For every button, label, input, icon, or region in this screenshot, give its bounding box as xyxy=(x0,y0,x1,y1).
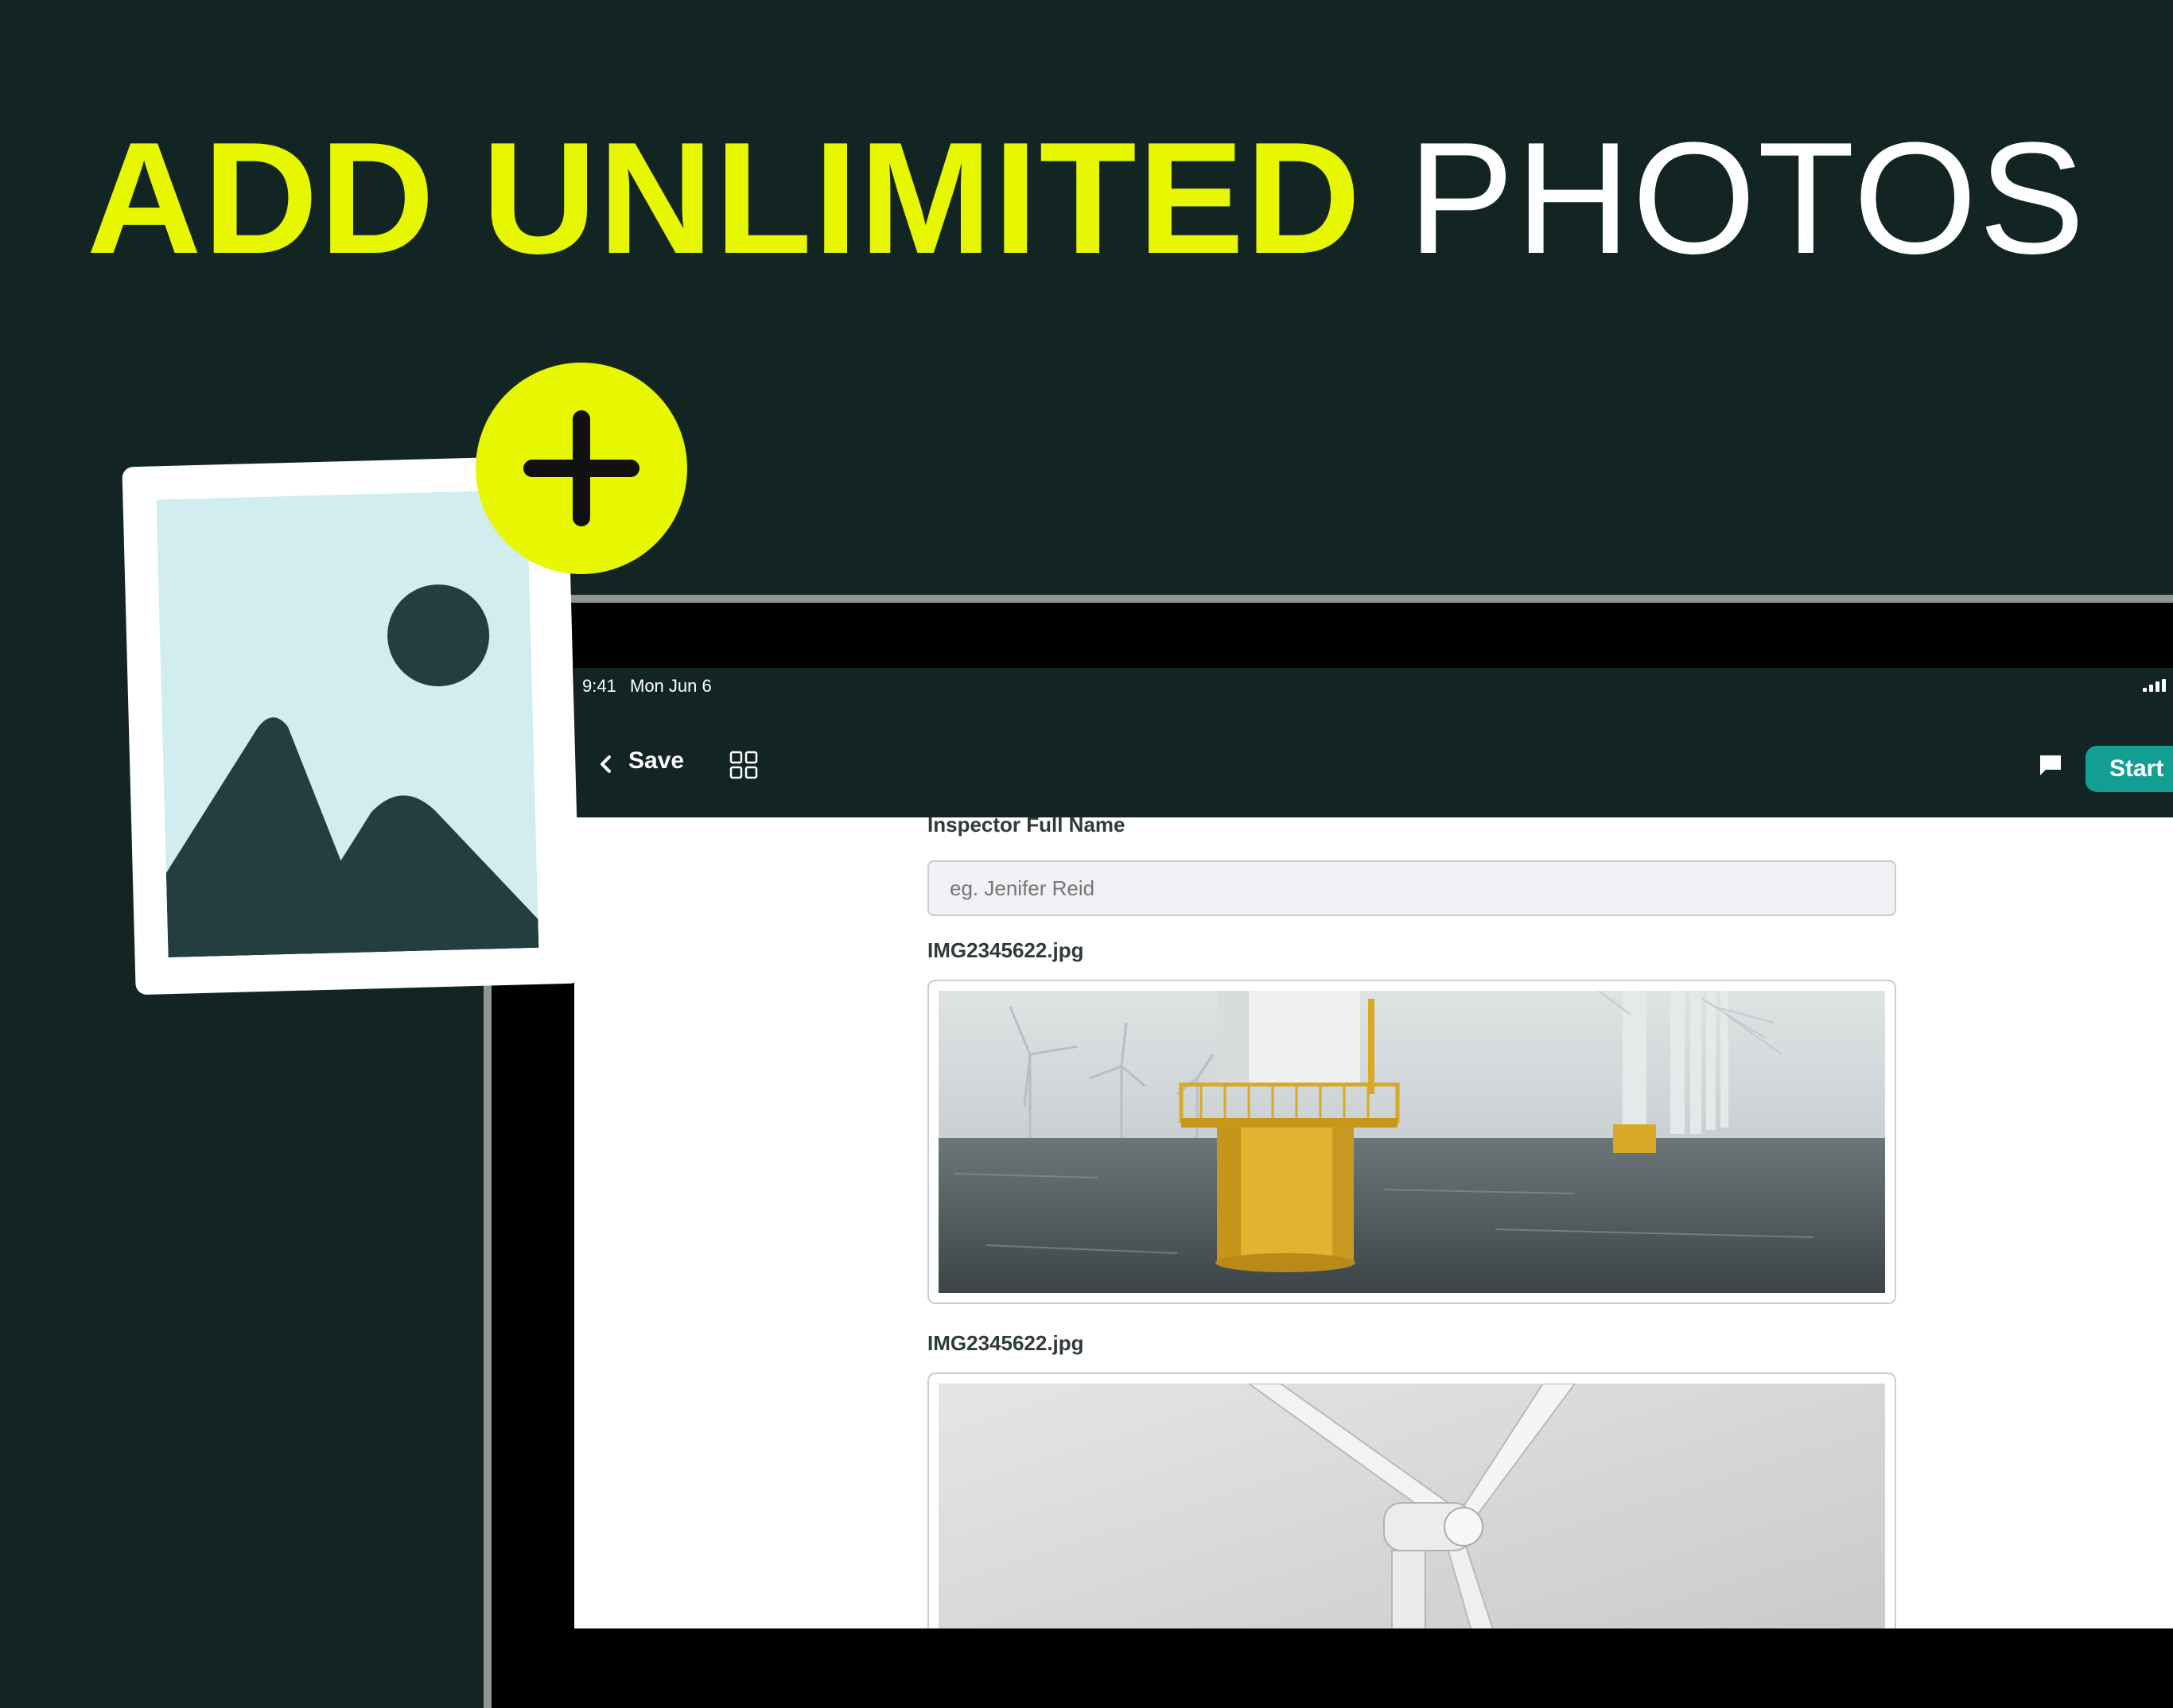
status-time: 9:41 xyxy=(582,676,616,696)
app-screen: 9:41 Mon Jun 6 Save Start Inspector Full… xyxy=(574,668,2173,1628)
photo-card[interactable] xyxy=(927,1372,1896,1628)
comment-icon[interactable] xyxy=(2038,752,2063,778)
nav-bar: Save Start xyxy=(574,716,2173,817)
inspector-name-input[interactable] xyxy=(927,860,1896,916)
back-chevron-icon[interactable] xyxy=(597,752,614,776)
headline-plain: PHOTOS xyxy=(1408,110,2087,287)
photo-filename-label: IMG2345622.jpg xyxy=(927,938,1084,962)
signal-icon xyxy=(2143,679,2167,692)
photo-card[interactable] xyxy=(927,980,1896,1304)
status-date: Mon Jun 6 xyxy=(630,676,712,696)
plus-icon xyxy=(476,363,687,574)
photo-filename-label: IMG2345622.jpg xyxy=(927,1331,1084,1355)
save-button[interactable]: Save xyxy=(628,747,684,774)
start-button[interactable]: Start xyxy=(2086,746,2173,792)
offshore-turbine-photo xyxy=(939,991,1885,1293)
headline-accent: ADD UNLIMITED xyxy=(86,110,1362,287)
status-bar: 9:41 Mon Jun 6 xyxy=(574,668,2173,716)
headline: ADD UNLIMITED PHOTOS xyxy=(0,119,2173,278)
turbine-rotor-photo xyxy=(939,1384,1885,1628)
grid-icon[interactable] xyxy=(729,751,758,779)
inspector-name-label: Inspector Full Name xyxy=(927,813,1125,837)
